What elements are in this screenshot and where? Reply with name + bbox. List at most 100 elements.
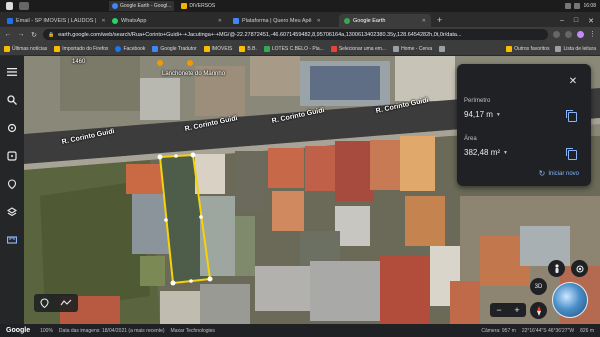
minimize-icon[interactable]: –: [560, 17, 564, 24]
measure-midpoint[interactable]: [199, 215, 203, 219]
copy-icon[interactable]: [566, 148, 577, 160]
zoom-out-button[interactable]: −: [496, 305, 501, 315]
voyager-icon[interactable]: [6, 122, 18, 134]
measure-midpoint[interactable]: [164, 218, 168, 222]
area-label: Área: [464, 136, 477, 142]
globe-overview[interactable]: [552, 282, 588, 318]
bookmark-item[interactable]: LOTES C.BELO - Pla...: [263, 45, 324, 52]
measure-vertex[interactable]: [207, 276, 213, 282]
extensions-icon[interactable]: [565, 31, 572, 38]
back-icon[interactable]: ←: [4, 31, 12, 38]
poi-pin-icon[interactable]: [157, 60, 163, 66]
bookmark-item[interactable]: Home - Cerva: [393, 45, 432, 52]
taskbar-item-folder[interactable]: DIVERSOS: [178, 1, 218, 11]
compass-icon: [536, 305, 541, 316]
close-tab-icon[interactable]: ✕: [317, 18, 321, 24]
bookmark-reading-list[interactable]: Lista de leitura: [555, 45, 596, 52]
tilt-3d-button[interactable]: 3D: [530, 278, 547, 295]
measure-vertex[interactable]: [170, 280, 176, 286]
search-icon[interactable]: [19, 2, 29, 10]
close-tab-icon[interactable]: ✕: [101, 18, 105, 24]
measure-midpoint[interactable]: [174, 154, 178, 158]
bookmark-item[interactable]: IMOVEIS: [203, 45, 232, 52]
star-icon[interactable]: [553, 31, 560, 38]
projects-icon[interactable]: [6, 178, 18, 190]
folder-icon: [239, 45, 246, 52]
zoom-control: − +: [490, 303, 526, 317]
map-style-icon[interactable]: [6, 206, 18, 218]
elevation: 826 m: [580, 327, 594, 334]
translate-icon: [152, 45, 159, 52]
google-earth-icon: [344, 17, 350, 24]
perimeter-value[interactable]: 94,17 m ▼: [464, 110, 501, 119]
perimeter-label: Perímetro: [464, 98, 491, 104]
reload-icon[interactable]: ↻: [30, 31, 38, 39]
system-tray: 16:08: [565, 3, 600, 9]
camera-altitude: Câmera: 957 m: [481, 327, 516, 334]
maximize-icon[interactable]: □: [574, 17, 578, 24]
tab-email[interactable]: Email - SP IMOVEIS | LAUDOS | ✕: [2, 14, 106, 27]
bookmark-item[interactable]: Google Tradutor: [152, 45, 197, 52]
poi-pin-icon[interactable]: [187, 60, 193, 66]
bookmarks-bar: Últimas notícias Importado do Firefox Fa…: [0, 42, 600, 56]
menu-icon[interactable]: ⋮: [589, 31, 596, 38]
chevron-down-icon[interactable]: ▼: [496, 112, 501, 118]
measure-midpoint[interactable]: [189, 279, 193, 283]
refresh-icon: ↻: [538, 169, 546, 178]
taskbar-item-earth[interactable]: Google Earth - Googl...: [109, 1, 175, 11]
site-icon: [439, 45, 446, 52]
close-tab-icon[interactable]: ✕: [422, 18, 426, 24]
measure-icon[interactable]: [6, 234, 18, 246]
poi-number: 1460: [72, 59, 86, 65]
compass-button[interactable]: [530, 302, 547, 319]
site-icon: [393, 45, 400, 52]
measure-vertex[interactable]: [190, 152, 196, 158]
url-input[interactable]: 🔒 earth.google.com/web/search/Rua+Corint…: [43, 29, 548, 40]
area-value[interactable]: 382,48 m² ▼: [464, 148, 508, 157]
pegman-button[interactable]: [548, 260, 565, 277]
bookmark-item[interactable]: B.B.: [239, 45, 257, 52]
bookmark-item[interactable]: Últimas notícias: [4, 45, 47, 52]
chevron-down-icon[interactable]: ▼: [503, 150, 508, 156]
clock[interactable]: 16:08: [583, 3, 596, 9]
path-icon[interactable]: [60, 299, 72, 307]
folder-icon: [54, 45, 61, 52]
measure-vertex[interactable]: [157, 154, 163, 160]
copy-icon[interactable]: [566, 110, 577, 122]
chrome-icon: [112, 3, 118, 9]
zoom-in-button[interactable]: +: [514, 305, 519, 315]
random-icon[interactable]: [6, 150, 18, 162]
bookmark-other[interactable]: Outros favoritos: [506, 45, 549, 52]
windows-icon[interactable]: [6, 2, 13, 10]
map-bottom-controls: [34, 294, 78, 312]
lock-icon[interactable]: 🔒: [48, 32, 54, 38]
close-icon[interactable]: ✕: [567, 76, 579, 88]
tray-icon[interactable]: [565, 3, 572, 9]
location-icon: [575, 264, 584, 273]
bookmark-item[interactable]: Facebook: [115, 45, 145, 52]
search-icon[interactable]: [6, 94, 18, 106]
bookmark-item[interactable]: Importado do Firefox: [54, 45, 108, 52]
pegman-icon: [554, 263, 559, 273]
poi-label[interactable]: Lanchonete do Marinho: [162, 71, 225, 77]
my-location-button[interactable]: [571, 260, 588, 277]
restart-button[interactable]: ↻ Iniciar novo: [539, 169, 579, 178]
close-icon[interactable]: ✕: [588, 17, 594, 25]
close-tab-icon[interactable]: ✕: [218, 18, 222, 24]
tab-google-earth[interactable]: Google Earth ✕: [339, 14, 431, 27]
tray-icon[interactable]: [574, 3, 581, 9]
profile-icon[interactable]: [577, 31, 584, 38]
tab-whatsapp[interactable]: WhatsApp ✕: [107, 14, 227, 27]
new-tab-button[interactable]: +: [432, 14, 447, 27]
tab-plataforma[interactable]: Plataforma | Quero Meu Apê ✕: [228, 14, 338, 27]
address-bar: ← → ↻ 🔒 earth.google.com/web/search/Rua+…: [0, 27, 600, 42]
menu-icon[interactable]: [6, 66, 18, 78]
bookmark-item[interactable]: Selecionar uma em...: [330, 45, 386, 52]
bookmark-item[interactable]: [439, 45, 447, 52]
folder-icon: [203, 45, 210, 52]
forward-icon[interactable]: →: [17, 31, 25, 38]
attribution[interactable]: Maxar Technologies: [171, 328, 215, 334]
os-taskbar: Google Earth - Googl... DIVERSOS 16:08: [0, 0, 600, 12]
place-pin-icon[interactable]: [40, 298, 49, 308]
window-controls: – □ ✕: [560, 14, 600, 27]
